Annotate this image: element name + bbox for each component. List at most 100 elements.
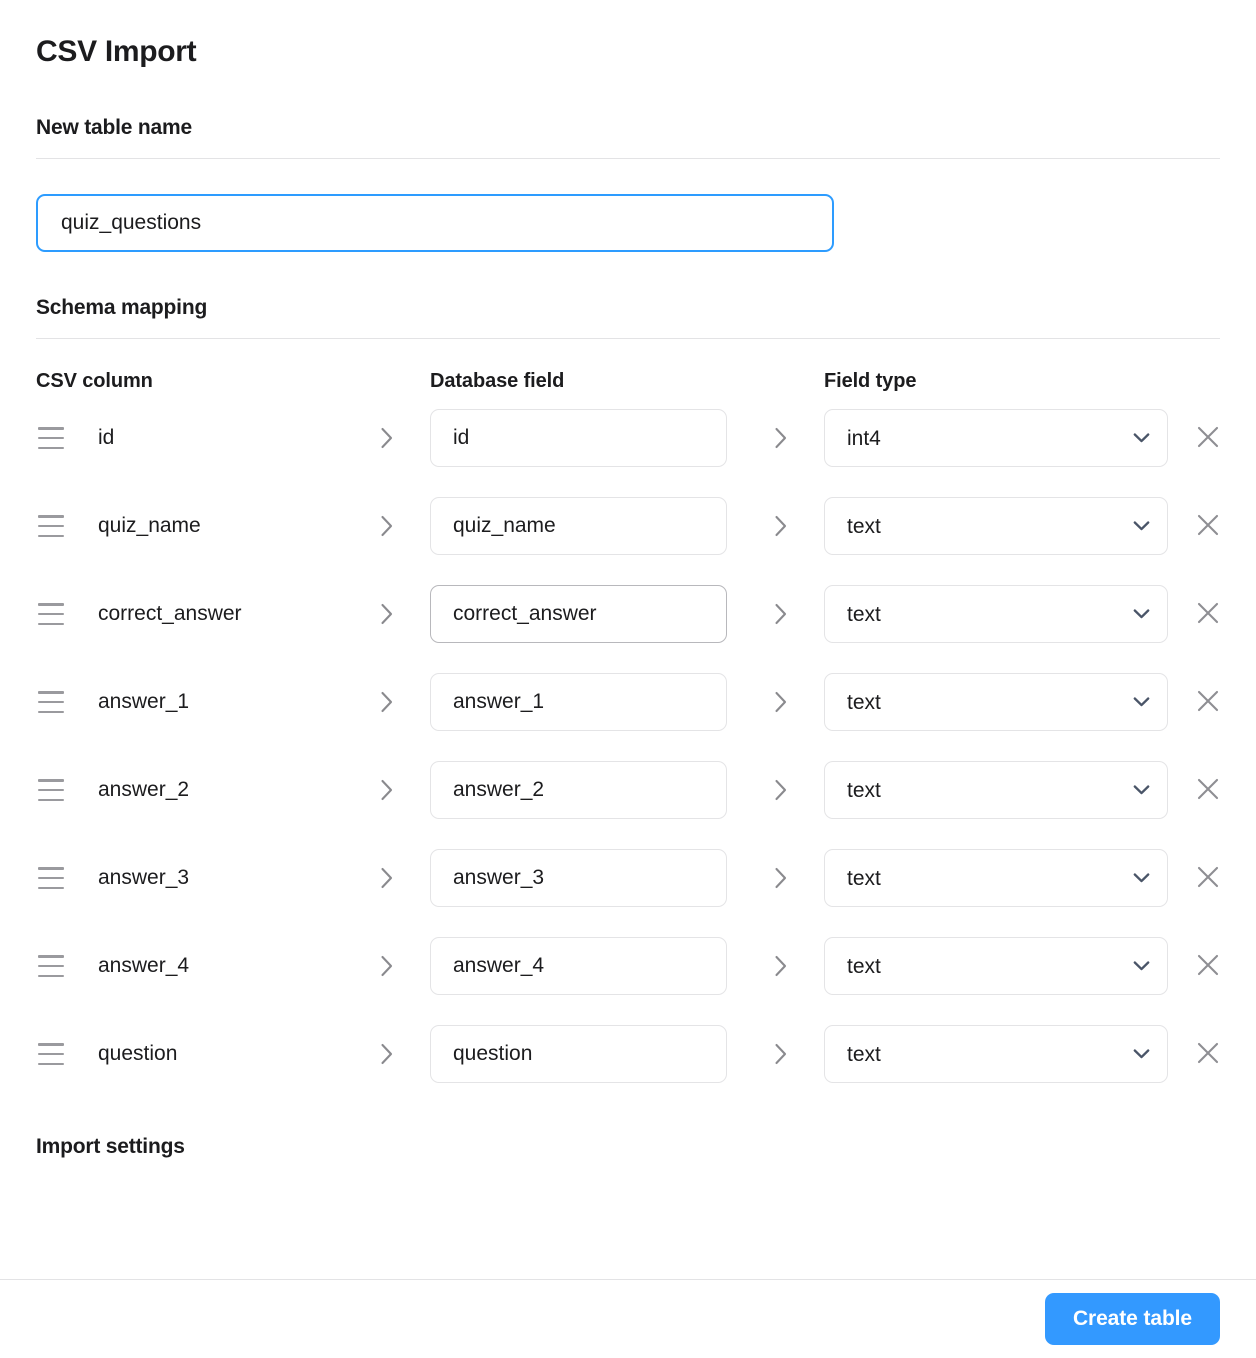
database-field-cell: [430, 937, 824, 995]
schema-mapping-row: question text: [36, 1025, 1220, 1083]
field-type-cell: text: [824, 1025, 1220, 1083]
chevron-right-icon: [380, 603, 430, 625]
chevron-right-icon: [774, 427, 824, 449]
field-type-select[interactable]: text: [824, 673, 1168, 731]
field-type-select-wrap: text: [824, 761, 1168, 819]
field-type-cell: text: [824, 761, 1220, 819]
csv-column-name: quiz_name: [98, 514, 201, 537]
schema-mapping-row: answer_4 text: [36, 937, 1220, 995]
schema-mapping-column-headers: CSV column Database field Field type: [36, 339, 1220, 392]
csv-column-cell: answer_4: [36, 954, 430, 978]
database-field-cell: [430, 585, 824, 643]
remove-mapping-button[interactable]: [1190, 1036, 1226, 1072]
chevron-right-icon: [774, 515, 824, 537]
database-field-input[interactable]: [430, 937, 727, 995]
close-icon: [1195, 424, 1221, 453]
chevron-right-icon: [774, 779, 824, 801]
field-type-select[interactable]: text: [824, 497, 1168, 555]
chevron-right-icon: [774, 1043, 824, 1065]
csv-column-cell: answer_1: [36, 690, 430, 714]
database-field-header: Database field: [430, 369, 565, 392]
chevron-right-icon: [380, 867, 430, 889]
drag-handle-icon[interactable]: [38, 427, 64, 449]
database-field-input[interactable]: [430, 497, 727, 555]
database-field-input[interactable]: [430, 409, 727, 467]
scrollable-content: CSV Import New table name Schema mapping…: [0, 0, 1256, 1280]
database-field-input[interactable]: [430, 761, 727, 819]
field-type-select[interactable]: text: [824, 849, 1168, 907]
schema-mapping-heading: Schema mapping: [36, 296, 208, 319]
remove-mapping-button[interactable]: [1190, 508, 1226, 544]
database-field-input[interactable]: [430, 673, 727, 731]
remove-mapping-button[interactable]: [1190, 772, 1226, 808]
chevron-right-icon: [774, 603, 824, 625]
field-type-select-wrap: text: [824, 937, 1168, 995]
field-type-select-wrap: text: [824, 497, 1168, 555]
csv-column-name: question: [98, 1042, 178, 1065]
field-type-select-wrap: text: [824, 673, 1168, 731]
schema-mapping-row: correct_answer text: [36, 585, 1220, 643]
chevron-right-icon: [380, 779, 430, 801]
close-icon: [1195, 600, 1221, 629]
field-type-select[interactable]: text: [824, 937, 1168, 995]
field-type-cell: text: [824, 673, 1220, 731]
field-type-select-wrap: int4: [824, 409, 1168, 467]
csv-import-page: CSV Import New table name Schema mapping…: [0, 0, 1256, 1358]
remove-mapping-button[interactable]: [1190, 420, 1226, 456]
database-field-cell: [430, 409, 824, 467]
database-field-input[interactable]: [430, 849, 727, 907]
schema-mapping-row: quiz_name text: [36, 497, 1220, 555]
new-table-name-input[interactable]: [36, 194, 834, 252]
csv-column-cell: quiz_name: [36, 514, 430, 538]
database-field-cell: [430, 497, 824, 555]
database-field-cell: [430, 849, 824, 907]
create-table-button[interactable]: Create table: [1044, 1293, 1220, 1345]
database-field-cell: [430, 673, 824, 731]
csv-column-cell: answer_2: [36, 778, 430, 802]
remove-mapping-button[interactable]: [1190, 596, 1226, 632]
close-icon: [1195, 1040, 1221, 1069]
drag-handle-icon[interactable]: [38, 515, 64, 537]
field-type-select-wrap: text: [824, 585, 1168, 643]
drag-handle-icon[interactable]: [38, 691, 64, 713]
new-table-name-field-wrap: [36, 159, 1220, 252]
remove-mapping-button[interactable]: [1190, 860, 1226, 896]
csv-column-cell: answer_3: [36, 866, 430, 890]
field-type-select[interactable]: text: [824, 761, 1168, 819]
field-type-cell: text: [824, 497, 1220, 555]
field-type-select[interactable]: text: [824, 585, 1168, 643]
drag-handle-icon[interactable]: [38, 1043, 64, 1065]
field-type-select[interactable]: text: [824, 1025, 1168, 1083]
chevron-right-icon: [380, 427, 430, 449]
database-field-input[interactable]: [430, 1025, 727, 1083]
csv-column-header: CSV column: [36, 369, 153, 392]
field-type-select-wrap: text: [824, 849, 1168, 907]
chevron-right-icon: [380, 955, 430, 977]
dialog-footer: Create table: [0, 1279, 1256, 1358]
chevron-right-icon: [380, 691, 430, 713]
field-type-select[interactable]: int4: [824, 409, 1168, 467]
close-icon: [1195, 776, 1221, 805]
field-type-select-wrap: text: [824, 1025, 1168, 1083]
schema-mapping-row: answer_1 text: [36, 673, 1220, 731]
schema-mapping-row: answer_3 text: [36, 849, 1220, 907]
chevron-right-icon: [774, 867, 824, 889]
drag-handle-icon[interactable]: [38, 867, 64, 889]
csv-column-cell: id: [36, 426, 430, 450]
drag-handle-icon[interactable]: [38, 779, 64, 801]
drag-handle-icon[interactable]: [38, 603, 64, 625]
drag-handle-icon[interactable]: [38, 955, 64, 977]
csv-column-name: answer_4: [98, 954, 190, 977]
csv-column-name: answer_2: [98, 778, 190, 801]
csv-column-name: id: [98, 426, 115, 449]
page-title: CSV Import: [36, 35, 197, 68]
field-type-cell: text: [824, 585, 1220, 643]
field-type-cell: text: [824, 937, 1220, 995]
database-field-input[interactable]: [430, 585, 727, 643]
chevron-right-icon: [380, 515, 430, 537]
schema-mapping-row: answer_2 text: [36, 761, 1220, 819]
remove-mapping-button[interactable]: [1190, 948, 1226, 984]
schema-mapping-rows: idint4quiz_nametextcorrect_answertextans…: [36, 381, 1220, 1083]
csv-column-name: answer_1: [98, 690, 190, 713]
remove-mapping-button[interactable]: [1190, 684, 1226, 720]
